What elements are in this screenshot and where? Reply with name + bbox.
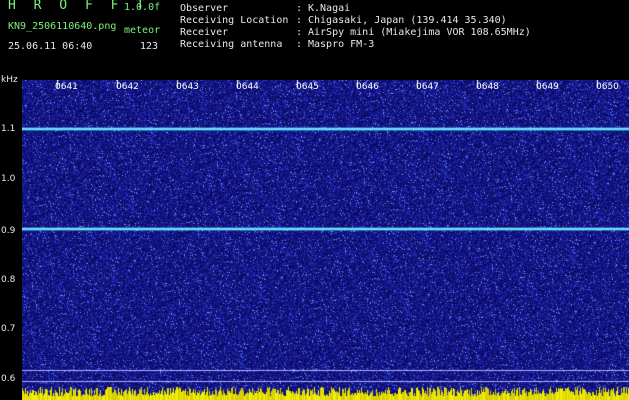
- x-tick: 0646: [356, 82, 379, 92]
- x-tick: 0648: [476, 82, 499, 92]
- x-tick: 0642: [116, 82, 139, 92]
- datetime-label: 25.06.11 06:40: [8, 41, 93, 52]
- mode-label: meteor: [124, 25, 161, 36]
- meta-separator: :: [296, 3, 303, 14]
- version-label: 1.0.0f: [124, 2, 161, 13]
- x-tick: 0643: [176, 82, 199, 92]
- meta-label-receiver: Receiver: [180, 27, 229, 38]
- count-label: 123: [140, 41, 159, 52]
- meta-label-observer: Observer: [180, 3, 229, 14]
- y-tick: 0.7: [1, 324, 16, 334]
- x-tick: 0649: [536, 82, 559, 92]
- meta-label-location: Receiving Location: [180, 15, 289, 26]
- meta-value-antenna: Maspro FM-3: [308, 39, 375, 50]
- meta-separator: :: [296, 27, 303, 38]
- x-tick: 0644: [236, 82, 259, 92]
- filename-label: KN9_2506110640.png: [8, 21, 117, 32]
- y-tick: 1.0: [1, 174, 16, 184]
- meta-value-receiver: AirSpy mini (Miakejima VOR 108.65MHz): [308, 27, 531, 38]
- y-tick: 0.6: [1, 374, 16, 384]
- meta-value-location: Chigasaki, Japan (139.414 35.340): [308, 15, 507, 26]
- meta-label-antenna: Receiving antenna: [180, 39, 283, 50]
- y-tick: 0.9: [1, 226, 16, 236]
- meta-value-observer: K.Nagai: [308, 3, 351, 14]
- x-tick: 0641: [55, 82, 78, 92]
- y-tick: 1.1: [1, 124, 16, 134]
- waterfall-spectrogram: [22, 80, 629, 400]
- x-tick: 0650: [596, 82, 619, 92]
- x-tick: 0647: [416, 82, 439, 92]
- x-tick: 0645: [296, 82, 319, 92]
- meta-separator: :: [296, 15, 303, 26]
- meta-separator: :: [296, 39, 303, 50]
- y-tick: 0.8: [1, 275, 16, 285]
- y-axis-unit: kHz: [1, 75, 18, 85]
